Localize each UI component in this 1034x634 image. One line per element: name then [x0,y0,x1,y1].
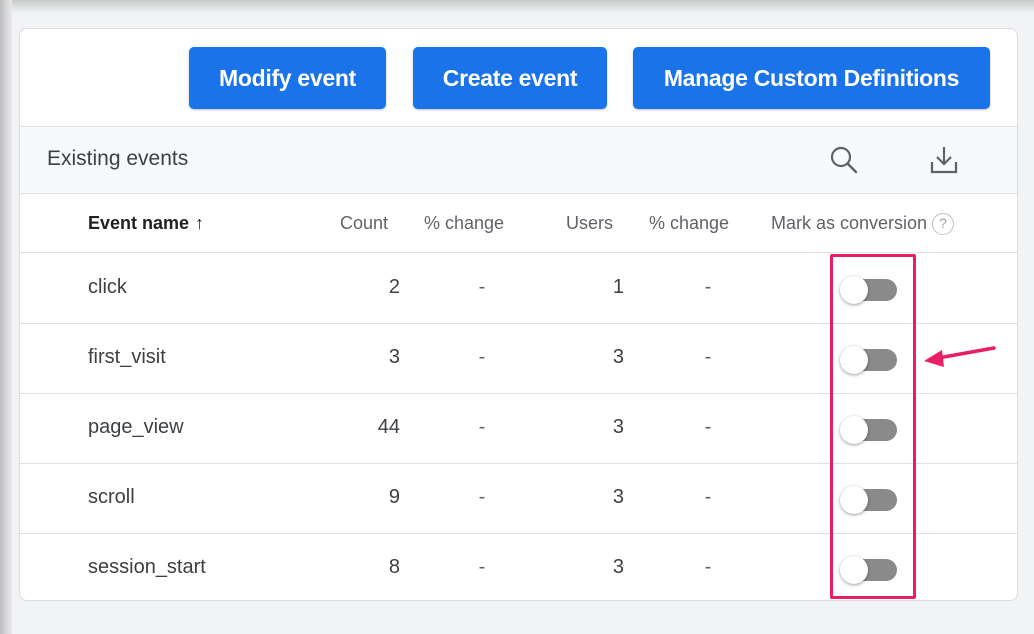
column-users-change[interactable]: % change [649,213,729,234]
column-event-name[interactable]: Event name ↑ [88,213,204,234]
section-title: Existing events [47,147,189,170]
users-change-cell: - [704,556,712,578]
toggle-knob [840,486,868,514]
count-change-cell: - [478,346,486,368]
help-icon[interactable]: ? [932,213,955,236]
conversion-toggle[interactable] [840,276,900,304]
count-change-cell: - [478,416,486,438]
count-cell: 44 [377,416,400,438]
window-frame-left [0,0,12,634]
toggle-knob [840,346,868,374]
users-cell: 3 [612,346,624,368]
column-users[interactable]: Users [566,213,613,234]
toggle-knob [840,416,868,444]
event-name-cell: page_view [88,416,184,438]
window-frame-top [0,0,1034,12]
count-cell: 3 [388,346,400,368]
toggle-knob [840,556,868,584]
table-row: click 2 - 1 - [20,254,1017,324]
column-count-change[interactable]: % change [424,213,504,234]
conversion-toggle[interactable] [840,556,900,584]
event-name-cell: first_visit [88,346,166,368]
table-header: Event name ↑ Count % change Users % chang… [20,194,1017,253]
count-cell: 8 [388,556,400,578]
table-row: scroll 9 - 3 - [20,464,1017,534]
conversion-toggle[interactable] [840,486,900,514]
table-row: first_visit 3 - 3 - [20,324,1017,394]
count-change-cell: - [478,486,486,508]
conversion-toggle[interactable] [840,416,900,444]
column-mark-label: Mark as conversion [771,213,928,233]
count-change-cell: - [478,556,486,578]
column-mark-as-conversion: Mark as conversion? [771,213,955,236]
users-cell: 1 [612,276,624,298]
column-count[interactable]: Count [340,213,388,234]
toggle-knob [840,276,868,304]
users-change-cell: - [704,346,712,368]
annotation-arrow-icon [924,346,996,367]
count-change-cell: - [478,276,486,298]
users-change-cell: - [704,416,712,438]
modify-event-button[interactable]: Modify event [189,47,386,109]
count-cell: 9 [388,486,400,508]
users-cell: 3 [612,486,624,508]
table-row: page_view 44 - 3 - [20,394,1017,464]
event-name-cell: session_start [88,556,206,578]
users-change-cell: - [704,486,712,508]
events-card: Modify event Create event Manage Custom … [19,28,1018,601]
column-event-name-label: Event name [88,213,190,233]
event-name-cell: click [88,276,127,298]
users-change-cell: - [704,276,712,298]
users-cell: 3 [612,416,624,438]
conversion-toggle[interactable] [840,346,900,374]
existing-events-header: Existing events [20,126,1017,194]
manage-custom-definitions-button[interactable]: Manage Custom Definitions [633,47,990,109]
sort-ascending-icon: ↑ [195,213,205,233]
count-cell: 2 [388,276,400,298]
users-cell: 3 [612,556,624,578]
event-name-cell: scroll [88,486,135,508]
download-icon[interactable] [927,143,961,177]
search-icon[interactable] [827,143,861,177]
create-event-button[interactable]: Create event [413,47,607,109]
table-row: session_start 8 - 3 - [20,534,1017,600]
